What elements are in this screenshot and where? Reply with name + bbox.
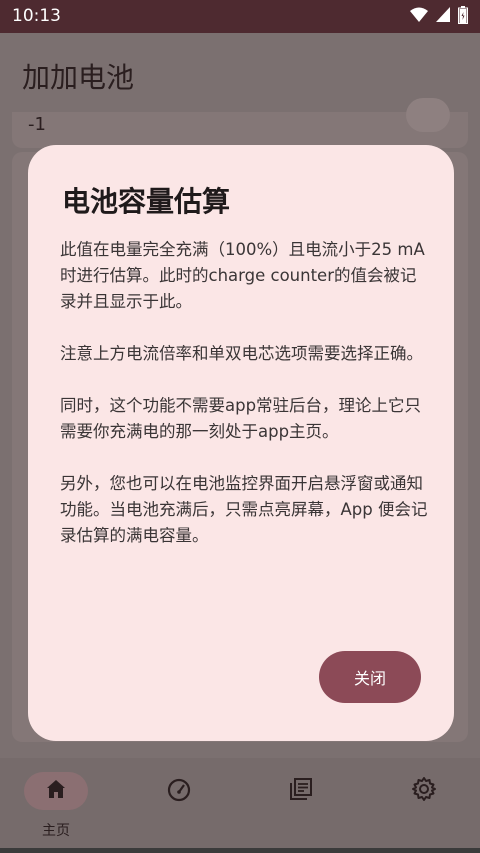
library-icon [288, 776, 314, 806]
capacity-estimate-dialog: 电池容量估算 此值在电量完全充满（100%）且电流小于25 mA 时进行估算。此… [28, 145, 454, 741]
dialog-title: 电池容量估算 [62, 185, 231, 218]
signal-icon [436, 7, 450, 27]
system-nav-bar [0, 848, 480, 853]
wifi-icon [410, 7, 428, 27]
status-time: 10:13 [12, 6, 61, 26]
background-card-button [406, 98, 450, 132]
background-card [12, 112, 468, 148]
nav-item-settings[interactable] [384, 772, 464, 842]
background-card-value: -1 [28, 114, 46, 135]
speedometer-icon [166, 776, 192, 806]
nav-item-monitor[interactable] [139, 772, 219, 842]
dialog-paragraph: 另外，您也可以在电池监控界面开启悬浮窗或通知功能。当电池充满后，只需点亮屏幕，A… [60, 474, 428, 545]
gear-icon [411, 776, 437, 806]
status-bar: 10:13 [0, 0, 480, 33]
dialog-paragraph: 注意上方电流倍率和单双电芯选项需要选择正确。 [60, 344, 423, 363]
dialog-paragraph: 同时，这个功能不需要app常驻后台，理论上它只需要你充满电的那一刻处于app主页… [60, 396, 422, 441]
nav-pill [147, 772, 211, 810]
battery-icon [458, 6, 468, 28]
nav-pill [392, 772, 456, 810]
status-icons [410, 6, 468, 28]
dialog-paragraph: 此值在电量完全充满（100%）且电流小于25 mA 时进行估算。此时的charg… [60, 240, 425, 311]
nav-item-library[interactable] [261, 772, 341, 842]
home-icon [44, 777, 68, 805]
close-button[interactable]: 关闭 [319, 651, 421, 703]
app-title: 加加电池 [22, 61, 135, 94]
bottom-navigation: 主页 [0, 758, 480, 853]
nav-label-home: 主页 [42, 823, 70, 839]
nav-item-home[interactable]: 主页 [16, 772, 96, 842]
nav-pill [24, 772, 88, 810]
dialog-body: 此值在电量完全充满（100%）且电流小于25 mA 时进行估算。此时的charg… [60, 237, 430, 575]
nav-pill [269, 772, 333, 810]
